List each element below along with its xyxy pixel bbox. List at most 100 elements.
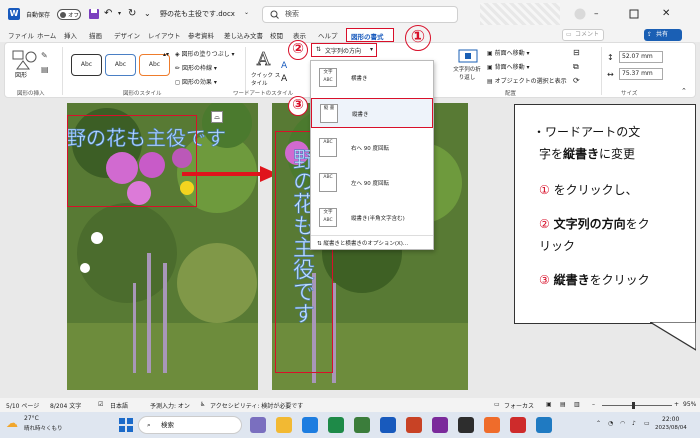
note-line-2: 字を縦書きに変更	[539, 147, 636, 161]
volume-icon[interactable]: ♪	[632, 420, 636, 427]
weather-icon[interactable]: ☁	[6, 416, 18, 430]
position-icon[interactable]	[457, 49, 479, 63]
selection-pane-button[interactable]: ▤ オブジェクトの選択と表示	[487, 76, 567, 85]
shapes-label: 図形	[15, 72, 28, 79]
menu-item-rotate-right[interactable]: ABC 右へ 90 度回転	[311, 133, 433, 163]
language[interactable]: 日本語	[110, 401, 128, 410]
minimize-icon[interactable]: –	[594, 8, 606, 20]
onenote-icon[interactable]	[432, 417, 448, 433]
clock-date[interactable]: 2023/08/04	[655, 425, 687, 431]
send-backward-button[interactable]: ▣ 背面へ移動 ▾	[487, 62, 530, 71]
text-fill-icon[interactable]: A	[281, 61, 287, 71]
taskbar-search[interactable]: ⌕ 検索	[138, 416, 242, 434]
tab-mailings[interactable]: 差し込み文書	[224, 30, 263, 40]
menu-item-rotate-left[interactable]: ABC 左へ 90 度回転	[311, 168, 433, 198]
group-icon[interactable]: ⧉	[573, 62, 579, 72]
chevron-up-icon[interactable]: ⌃	[596, 420, 601, 427]
shape-outline-button[interactable]: ✏ 図形の枠線 ▾	[175, 63, 217, 72]
zoom-out-icon[interactable]: –	[592, 401, 595, 408]
vscode-icon[interactable]	[536, 417, 552, 433]
menu-item-vertical[interactable]: 縦 書 縦書き	[311, 98, 433, 128]
web-layout-icon[interactable]: ▥	[574, 401, 580, 408]
search-input[interactable]: 検索	[262, 6, 458, 23]
maximize-icon[interactable]	[628, 8, 640, 20]
tab-insert[interactable]: 挿入	[64, 30, 77, 40]
start-icon[interactable]	[118, 417, 134, 433]
print-layout-icon[interactable]: ▤	[560, 401, 566, 408]
zoom-in-icon[interactable]: +	[674, 401, 679, 408]
rotate-icon[interactable]: ⟳	[573, 76, 580, 85]
text-wrap-button[interactable]: 文字列の折り返し	[451, 65, 483, 81]
app-icon[interactable]	[354, 417, 370, 433]
network-icon[interactable]: ◔	[608, 420, 613, 427]
note-curl	[650, 322, 696, 351]
redo-icon[interactable]: ↻	[128, 8, 140, 20]
text-direction-options[interactable]: ⇅ 縦書きと横書きのオプション(X)...	[317, 239, 408, 247]
comment-button[interactable]: ▭ コメント	[562, 29, 604, 41]
shape-effects-button[interactable]: ◻ 図形の効果 ▾	[175, 77, 217, 86]
collapse-ribbon-icon[interactable]: ⌃	[681, 87, 687, 95]
menu-item-horizontal[interactable]: 文字 ABC 横書き	[311, 63, 433, 93]
tab-home[interactable]: ホーム	[37, 30, 56, 40]
width-input[interactable]: 75.37 mm	[619, 68, 663, 80]
autosave-toggle[interactable]: オフ	[57, 9, 81, 20]
account-area[interactable]	[480, 3, 560, 25]
shape-fill-button[interactable]: ◈ 図形の塗りつぶし ▾	[175, 49, 235, 58]
zoom-slider[interactable]	[602, 405, 672, 406]
task-view-icon[interactable]	[250, 417, 266, 433]
gallery-scroll-icon[interactable]: ▴▾	[163, 51, 169, 58]
edge-icon[interactable]	[302, 417, 318, 433]
tab-help[interactable]: ヘルプ	[318, 30, 338, 40]
tab-view[interactable]: 表示	[293, 30, 306, 40]
wifi-icon[interactable]: ◠	[620, 420, 625, 427]
tab-shape-format[interactable]: 図形の書式	[346, 28, 394, 42]
app-icon[interactable]	[510, 417, 526, 433]
close-icon[interactable]: ✕	[662, 8, 674, 20]
read-mode-icon[interactable]: ▣	[546, 401, 552, 408]
tab-design[interactable]: デザイン	[114, 30, 140, 40]
tab-references[interactable]: 参考資料	[188, 30, 214, 40]
app-icon[interactable]	[484, 417, 500, 433]
word-icon[interactable]	[380, 417, 396, 433]
weather-temp[interactable]: 27°C	[24, 415, 39, 422]
undo-icon[interactable]: ↶	[104, 8, 116, 20]
customize-qat-icon[interactable]: ⌄	[144, 8, 156, 20]
shape-style-2[interactable]: Abc	[105, 54, 136, 76]
powerpoint-icon[interactable]	[406, 417, 422, 433]
layout-options-icon[interactable]: ⌓	[211, 111, 223, 123]
text-effects-icon[interactable]: A	[281, 74, 287, 84]
account-avatar-icon[interactable]	[574, 8, 586, 20]
text-direction-button[interactable]: ⇅ 文字列の方向 ▾	[311, 43, 377, 57]
page-count[interactable]: 5/10 ページ	[6, 401, 39, 410]
tab-review[interactable]: 校閲	[270, 30, 283, 40]
bring-forward-button[interactable]: ▣ 前面へ移動 ▾	[487, 48, 530, 57]
zoom-slider-thumb[interactable]	[632, 402, 635, 409]
tab-draw[interactable]: 描画	[89, 30, 102, 40]
wordart-group-label: ワードアートのスタイル	[233, 91, 294, 97]
app-icon[interactable]	[458, 417, 474, 433]
align-icon[interactable]: ⊟	[573, 48, 580, 57]
quick-style-icon[interactable]: A	[253, 47, 275, 73]
tab-layout[interactable]: レイアウト	[148, 30, 181, 40]
word-count[interactable]: 8/204 文字	[50, 401, 81, 410]
edit-shape-icon[interactable]: ✎	[41, 51, 48, 60]
menu-item-vertical-halfwidth[interactable]: 文字 ABC 縦書き(半角文字含む)	[311, 203, 433, 233]
clock-time[interactable]: 22:00	[662, 416, 679, 423]
focus-mode[interactable]: フォーカス	[504, 401, 534, 410]
excel-icon[interactable]	[328, 417, 344, 433]
tab-file[interactable]: ファイル	[8, 30, 34, 40]
height-input[interactable]: 52.07 mm	[619, 51, 663, 63]
text-direction-dropdown: 文字 ABC 横書き 縦 書 縦書き ABC 右へ 90 度回転 ABC 左へ …	[310, 60, 434, 250]
predictive-input[interactable]: 予測入力: オン	[150, 401, 190, 410]
file-explorer-icon[interactable]	[276, 417, 292, 433]
zoom-level[interactable]: 95%	[683, 401, 696, 408]
text-box-icon[interactable]: ▤	[41, 65, 49, 74]
share-button[interactable]: ⇪ 共有	[644, 29, 682, 41]
accessibility-status[interactable]: アクセシビリティ: 検討が必要です	[210, 401, 303, 410]
weather-desc[interactable]: 晴れ時々くもり	[24, 424, 63, 432]
proofing-icon[interactable]: ☑	[98, 401, 103, 408]
battery-icon[interactable]: ▭	[644, 420, 650, 427]
chevron-down-icon[interactable]: ⌄	[244, 9, 249, 16]
shape-style-1[interactable]: Abc	[71, 54, 102, 76]
save-icon[interactable]	[88, 8, 100, 20]
